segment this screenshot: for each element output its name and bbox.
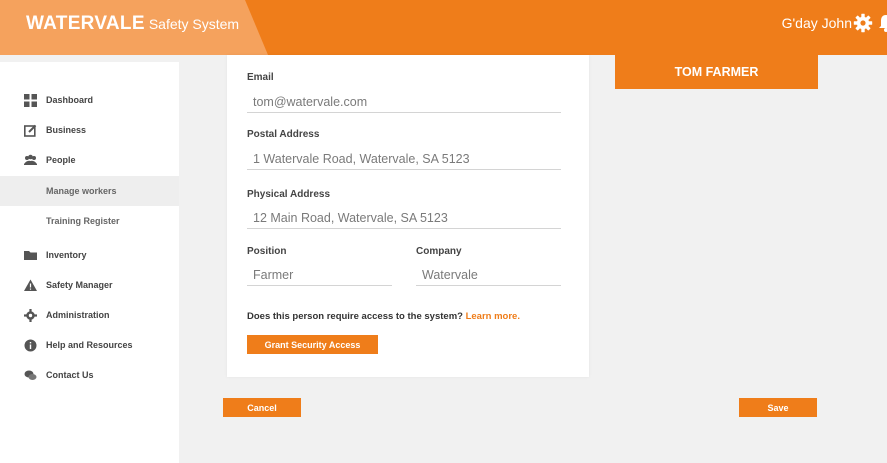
sidebar-item-help-and-resources[interactable]: Help and Resources xyxy=(0,331,179,359)
top-header: WATERVALE Safety System G'day John xyxy=(0,0,887,55)
cancel-button[interactable]: Cancel xyxy=(223,398,301,417)
physical-address-field[interactable]: 12 Main Road, Watervale, SA 5123 xyxy=(247,207,561,229)
sidebar-item-manage-workers[interactable]: Manage workers xyxy=(0,176,179,206)
access-question-text: Does this person require access to the s… xyxy=(247,311,463,322)
sidebar-item-business[interactable]: Business xyxy=(0,116,179,144)
access-question: Does this person require access to the s… xyxy=(247,311,520,322)
settings-gear-icon[interactable] xyxy=(853,13,873,33)
edit-icon xyxy=(24,124,37,137)
profile-name-banner: TOM FARMER xyxy=(615,55,818,89)
app-logo[interactable]: WATERVALE Safety System xyxy=(26,13,239,35)
sidebar: Dashboard Business People Manage workers… xyxy=(0,62,179,463)
sidebar-item-dashboard[interactable]: Dashboard xyxy=(0,86,179,114)
sidebar-item-administration[interactable]: Administration xyxy=(0,301,179,329)
user-greeting[interactable]: G'day John xyxy=(782,15,852,31)
sidebar-item-label: Manage workers xyxy=(46,186,117,196)
sidebar-item-contact-us[interactable]: Contact Us xyxy=(0,361,179,389)
sidebar-item-safety-manager[interactable]: Safety Manager xyxy=(0,271,179,299)
info-icon xyxy=(24,339,37,351)
postal-address-field[interactable]: 1 Watervale Road, Watervale, SA 5123 xyxy=(247,148,561,170)
physical-address-label: Physical Address xyxy=(247,189,331,200)
people-icon xyxy=(24,154,37,165)
sidebar-item-inventory[interactable]: Inventory xyxy=(0,241,179,269)
sidebar-item-label: Safety Manager xyxy=(46,280,113,290)
save-button[interactable]: Save xyxy=(739,398,817,417)
sidebar-item-label: Administration xyxy=(46,310,110,320)
brand-subtitle: Safety System xyxy=(148,16,240,32)
sidebar-item-label: Help and Resources xyxy=(46,340,133,350)
dashboard-icon xyxy=(24,93,37,107)
sidebar-item-label: Training Register xyxy=(46,216,120,226)
sidebar-item-label: Inventory xyxy=(46,250,87,260)
learn-more-link[interactable]: Learn more. xyxy=(466,311,520,322)
gear-icon xyxy=(24,308,37,322)
sidebar-item-people[interactable]: People xyxy=(0,146,179,174)
folder-icon xyxy=(24,250,37,260)
sidebar-item-label: Contact Us xyxy=(46,370,94,380)
email-label: Email xyxy=(247,72,274,83)
sidebar-item-label: People xyxy=(46,155,76,165)
warning-icon xyxy=(24,279,37,291)
sidebar-item-training-register[interactable]: Training Register xyxy=(0,207,179,235)
sidebar-item-label: Dashboard xyxy=(46,95,94,105)
position-field[interactable]: Farmer xyxy=(247,264,392,286)
grant-security-access-button[interactable]: Grant Security Access xyxy=(247,335,378,354)
company-field[interactable]: Watervale xyxy=(416,264,561,286)
position-label: Position xyxy=(247,246,287,257)
postal-address-label: Postal Address xyxy=(247,129,320,140)
notification-bell-icon[interactable] xyxy=(878,13,887,33)
sidebar-item-label: Business xyxy=(46,125,87,135)
company-label: Company xyxy=(416,246,462,257)
brand-name: WATERVALE xyxy=(26,13,145,34)
chat-icon xyxy=(24,370,37,380)
email-field[interactable]: tom@watervale.com xyxy=(247,91,561,113)
